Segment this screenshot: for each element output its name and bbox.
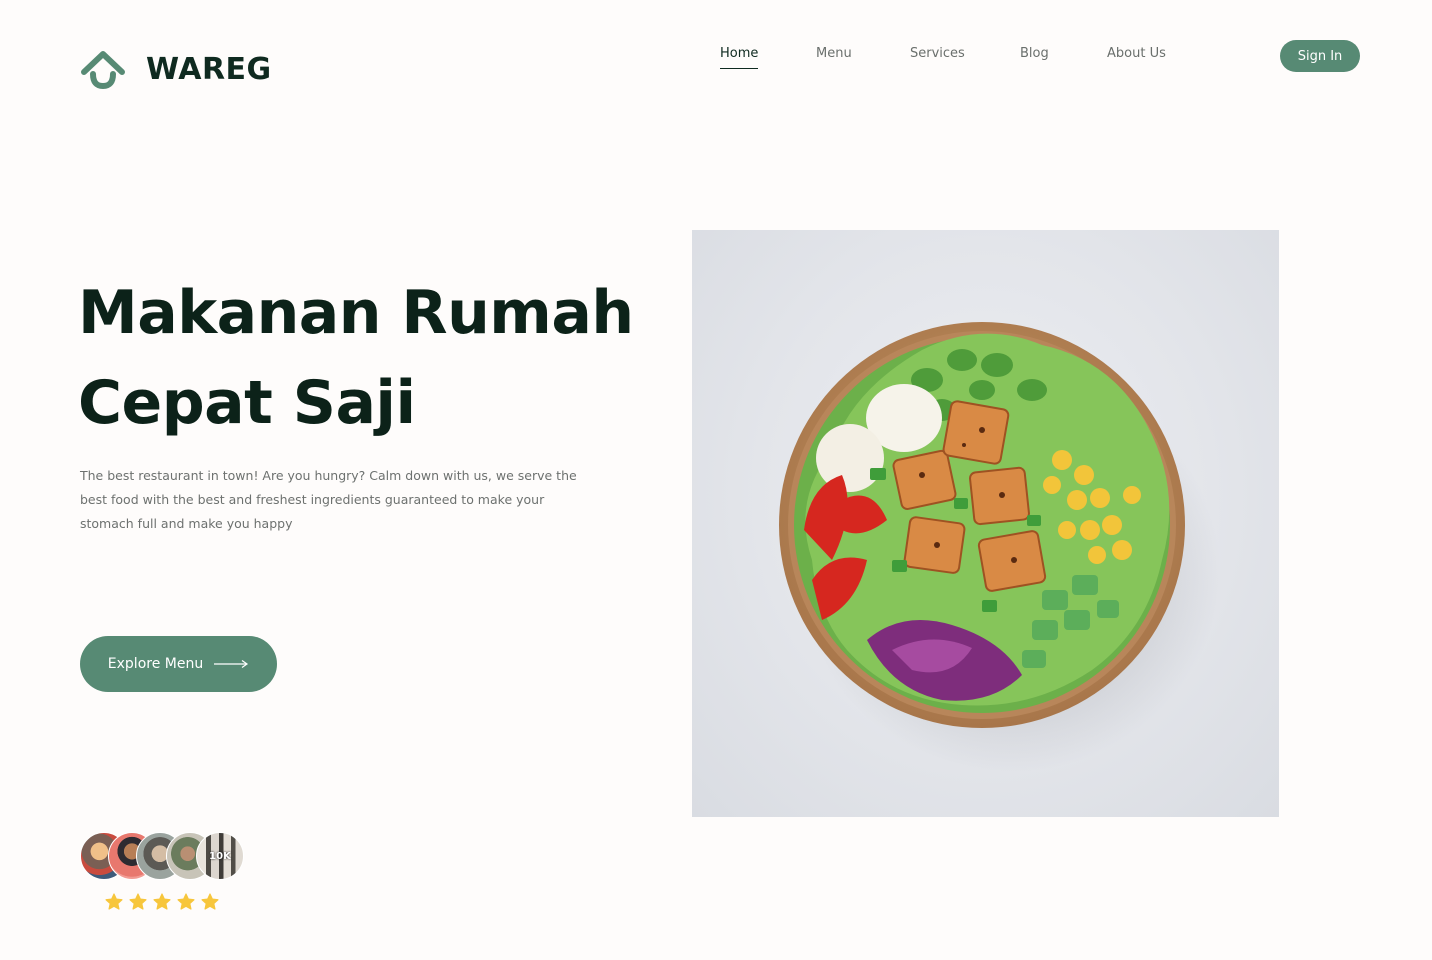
- star-icon: [104, 892, 124, 912]
- star-icon: [128, 892, 148, 912]
- hero-description: The best restaurant in town! Are you hun…: [80, 468, 577, 531]
- hero-food-image: [692, 230, 1279, 817]
- customer-avatars: 10K: [80, 832, 250, 880]
- nav-item-blog[interactable]: Blog: [1020, 46, 1049, 61]
- sign-in-button[interactable]: Sign In: [1280, 40, 1360, 72]
- explore-menu-label: Explore Menu: [107, 656, 204, 672]
- nav-item-home[interactable]: Home: [720, 46, 759, 69]
- arrow-right-icon: [214, 660, 249, 668]
- star-icon: [152, 892, 172, 912]
- customer-count: 10K: [209, 850, 231, 862]
- star-icon: [200, 892, 220, 912]
- explore-menu-button[interactable]: Explore Menu: [80, 636, 277, 692]
- landing-page: WAREG Home Menu Services Blog About Us S…: [0, 0, 1432, 960]
- hero-title-line-2: Cepat Saji: [78, 368, 416, 438]
- rating-stars: [104, 892, 220, 912]
- main-nav: Home Menu Services Blog About Us: [0, 46, 1432, 70]
- hero-title-line-1: Makanan Rumah: [78, 278, 634, 348]
- nav-item-menu[interactable]: Menu: [816, 46, 852, 61]
- nav-item-services[interactable]: Services: [910, 46, 965, 61]
- nav-item-about-us[interactable]: About Us: [1107, 46, 1166, 61]
- star-icon: [176, 892, 196, 912]
- hero-title: Makanan Rumah Cepat Saji: [78, 268, 698, 448]
- avatar-customer-count: 10K: [196, 832, 244, 880]
